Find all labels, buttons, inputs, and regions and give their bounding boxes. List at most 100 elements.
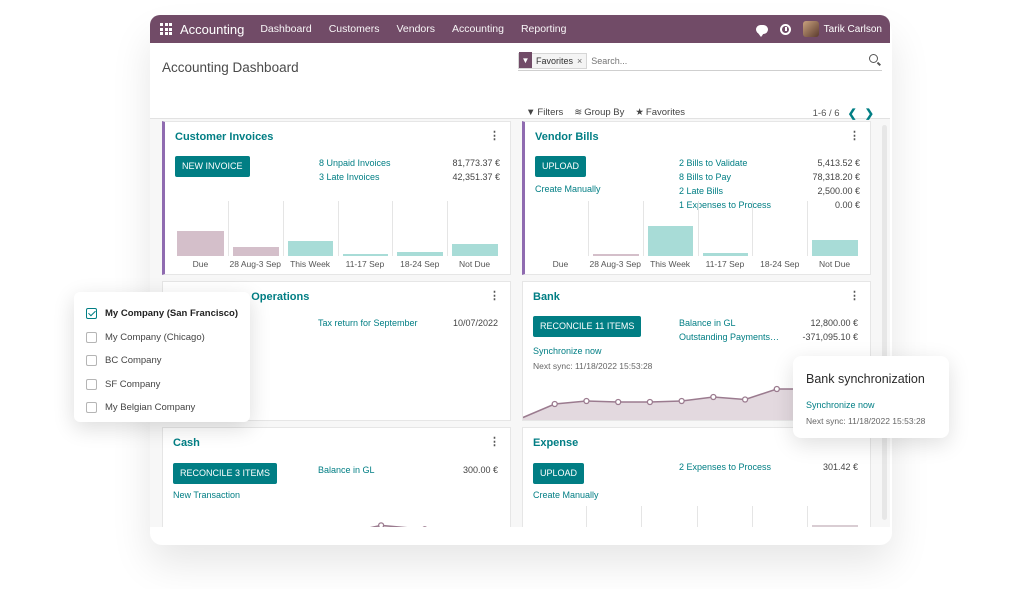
- data-point[interactable]: [377, 522, 385, 527]
- bar[interactable]: [177, 231, 224, 256]
- reconcile-bank-button[interactable]: RECONCILE 11 ITEMS: [533, 316, 642, 337]
- data-point[interactable]: [615, 398, 622, 406]
- company-option[interactable]: My Belgian Company: [74, 396, 250, 420]
- sync-popup-synchronize-link[interactable]: Synchronize now: [806, 400, 875, 410]
- bar-label: 18-24 Sep: [760, 259, 800, 269]
- bills-to-pay-link[interactable]: 8 Bills to Pay: [679, 172, 731, 182]
- activity-clock-icon[interactable]: [779, 23, 791, 35]
- data-point[interactable]: [773, 385, 780, 393]
- bar[interactable]: [287, 241, 334, 256]
- bar[interactable]: [702, 253, 749, 256]
- bar[interactable]: [342, 254, 389, 256]
- card-title[interactable]: Cash: [173, 437, 200, 449]
- bar-label: 11-17 Sep: [345, 259, 385, 269]
- cash-balance-gl-link[interactable]: Balance in GL: [318, 465, 375, 475]
- filter-funnel-icon: ▼: [519, 52, 532, 68]
- expenses-process-amount: 301.42 €: [822, 462, 858, 472]
- card-options-icon[interactable]: ⋮: [849, 289, 860, 302]
- bills-to-validate-link[interactable]: 2 Bills to Validate: [679, 158, 747, 168]
- data-point[interactable]: [551, 400, 558, 408]
- sync-popup-title: Bank synchronization: [806, 372, 925, 386]
- nav-dashboard[interactable]: Dashboard: [260, 23, 311, 35]
- bar[interactable]: [452, 244, 498, 256]
- checkbox-checked-icon[interactable]: [86, 308, 97, 320]
- bills-to-validate-amount: 5,413.52 €: [817, 158, 860, 168]
- facet-remove-icon[interactable]: ×: [577, 56, 586, 66]
- card-options-icon[interactable]: ⋮: [489, 289, 500, 302]
- company-option[interactable]: My Company (Chicago): [74, 326, 250, 350]
- series-line: [369, 524, 408, 527]
- company-option[interactable]: SF Company: [74, 373, 250, 397]
- data-point[interactable]: [710, 393, 717, 401]
- nav-customers[interactable]: Customers: [329, 23, 380, 35]
- chat-icon[interactable]: [755, 24, 768, 37]
- upload-expense-button[interactable]: UPLOAD: [533, 463, 585, 484]
- app-name[interactable]: Accounting: [180, 22, 244, 37]
- card-options-icon[interactable]: ⋮: [489, 435, 500, 448]
- outstanding-payments-link[interactable]: Outstanding Payments…: [679, 332, 779, 342]
- nav-vendors[interactable]: Vendors: [396, 23, 435, 35]
- new-invoice-button[interactable]: NEW INVOICE: [175, 156, 250, 177]
- pager-next-icon[interactable]: ❯: [865, 107, 874, 120]
- bar-column: [337, 201, 393, 256]
- pager-previous-icon[interactable]: ❮: [848, 107, 857, 120]
- area-fill: [373, 525, 400, 527]
- user-menu[interactable]: Tarik Carlson: [802, 21, 882, 37]
- late-invoices-link[interactable]: 3 Late Invoices: [319, 172, 380, 182]
- bar[interactable]: [811, 525, 858, 527]
- data-point[interactable]: [583, 397, 590, 405]
- favorites-button[interactable]: ★ Favorites: [635, 107, 685, 118]
- data-point[interactable]: [678, 397, 685, 405]
- checkbox-icon[interactable]: [86, 331, 97, 343]
- bar[interactable]: [647, 226, 694, 256]
- late-bills-link[interactable]: 2 Late Bills: [679, 186, 723, 196]
- bar[interactable]: [397, 252, 444, 256]
- bar-column: [642, 201, 698, 256]
- card-title[interactable]: Bank: [533, 291, 560, 303]
- bank-synchronize-link[interactable]: Synchronize now: [533, 346, 602, 356]
- nav-reporting[interactable]: Reporting: [521, 23, 567, 35]
- bar[interactable]: [592, 254, 639, 256]
- bank-sync-popup: Bank synchronization Synchronize now Nex…: [793, 356, 949, 438]
- bar-label: This Week: [290, 259, 331, 269]
- card-title[interactable]: Vendor Bills: [535, 131, 599, 143]
- top-navbar: Accounting Dashboard Customers Vendors A…: [150, 15, 890, 43]
- checkbox-icon[interactable]: [86, 402, 97, 414]
- avatar: [802, 21, 819, 37]
- bar[interactable]: [812, 240, 858, 256]
- bar-column: [641, 506, 696, 527]
- invoices-bar-chart: [173, 201, 502, 256]
- card-title[interactable]: Customer Invoices: [175, 131, 273, 143]
- nav-accounting[interactable]: Accounting: [452, 23, 504, 35]
- pager-value[interactable]: 1-6 / 6: [813, 108, 840, 119]
- bar-label: Due: [552, 259, 569, 269]
- company-option[interactable]: My Company (San Francisco): [74, 302, 250, 326]
- card-expense: Expense UPLOAD Create Manually 2 Expense…: [522, 427, 871, 527]
- search-facet[interactable]: ▼ Favorites ×: [518, 52, 588, 69]
- expenses-process-link[interactable]: 2 Expenses to Process: [679, 462, 771, 472]
- apps-menu-icon[interactable]: [160, 23, 172, 35]
- upload-bills-button[interactable]: UPLOAD: [535, 156, 587, 177]
- company-option[interactable]: BC Company: [74, 349, 250, 373]
- bank-balance-gl-link[interactable]: Balance in GL: [679, 318, 736, 328]
- group-by-button[interactable]: ≋ Group By: [574, 107, 624, 118]
- search-icon[interactable]: [869, 54, 878, 63]
- checkbox-icon[interactable]: [86, 378, 97, 390]
- scrollbar[interactable]: [882, 125, 887, 520]
- create-expense-manually-link[interactable]: Create Manually: [533, 490, 599, 500]
- bar[interactable]: [232, 247, 279, 256]
- filters-button[interactable]: ▼ Filters: [526, 107, 563, 118]
- search-input[interactable]: [591, 55, 842, 66]
- card-options-icon[interactable]: ⋮: [489, 129, 500, 142]
- checkbox-icon[interactable]: [86, 355, 97, 367]
- card-title[interactable]: Expense: [533, 437, 578, 449]
- create-bill-manually-link[interactable]: Create Manually: [535, 184, 601, 194]
- new-transaction-link[interactable]: New Transaction: [173, 490, 240, 500]
- card-options-icon[interactable]: ⋮: [849, 129, 860, 142]
- reconcile-cash-button[interactable]: RECONCILE 3 ITEMS: [173, 463, 278, 484]
- data-point[interactable]: [646, 398, 654, 406]
- data-point[interactable]: [741, 396, 749, 403]
- cash-balance-gl-amount: 300.00 €: [462, 465, 498, 475]
- unpaid-invoices-link[interactable]: 8 Unpaid Invoices: [319, 158, 391, 168]
- tax-return-link[interactable]: Tax return for September: [318, 318, 418, 328]
